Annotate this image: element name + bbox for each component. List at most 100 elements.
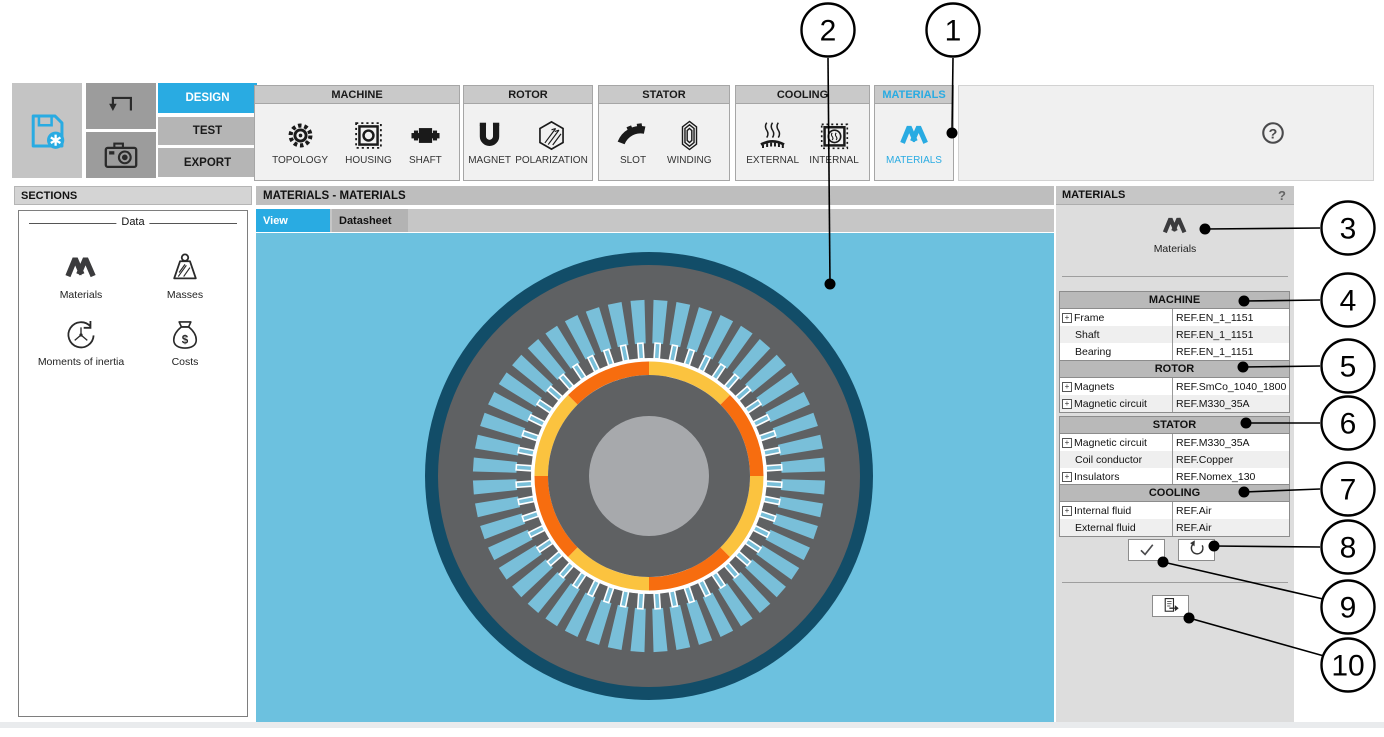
row-value: REF.Air — [1172, 519, 1289, 536]
callout-number: 1 — [945, 15, 962, 48]
expand-icon[interactable]: + — [1062, 438, 1072, 448]
sections-panel-title: SECTIONS — [14, 186, 252, 205]
callout-number: 6 — [1340, 408, 1357, 441]
sections-item-label: Costs — [172, 356, 199, 368]
callout-circle — [927, 4, 980, 57]
data-group: Data MaterialsMassesMoments of inertia$C… — [29, 223, 237, 224]
svg-text:$: $ — [182, 334, 189, 347]
return-button[interactable] — [86, 83, 156, 129]
expand-icon[interactable]: + — [1062, 472, 1072, 482]
material-row-coil-conductor[interactable]: Coil conductorREF.Copper — [1060, 451, 1289, 468]
cooling-materials-table: COOLING+Internal fluidREF.AirExternal fl… — [1059, 484, 1290, 537]
panel-materials-icon: Materials — [1056, 212, 1294, 255]
callout-number: 10 — [1331, 650, 1364, 683]
rotor-materials-table: ROTOR+MagnetsREF.SmCo_1040_1800+Magnetic… — [1059, 360, 1290, 413]
toolbar-group-machine: MACHINETOPOLOGYHOUSINGSHAFT — [254, 85, 460, 181]
row-label: Bearing — [1075, 346, 1111, 358]
material-row-external-fluid[interactable]: External fluidREF.Air — [1060, 519, 1289, 536]
toolbar-group-title: STATOR — [599, 86, 729, 104]
toolbar-item-label: INTERNAL — [809, 155, 858, 166]
export-button[interactable] — [1152, 595, 1189, 617]
material-row-magnetic-circuit[interactable]: +Magnetic circuitREF.M330_35A — [1060, 434, 1289, 451]
housing-icon — [352, 119, 385, 152]
internal-toolbar-item[interactable]: INTERNAL — [809, 119, 858, 166]
tab-view[interactable]: View — [256, 209, 330, 232]
callout-circle — [1322, 340, 1375, 393]
sections-item-moments-of-inertia[interactable]: Moments of inertia — [29, 317, 133, 368]
expand-icon[interactable]: + — [1062, 313, 1072, 323]
view-tabs: ViewDatasheet — [256, 209, 1054, 232]
expand-icon[interactable]: + — [1062, 399, 1072, 409]
panel-materials-label: Materials — [1154, 243, 1197, 255]
tab-datasheet[interactable]: Datasheet — [332, 209, 408, 232]
toolbar-item-label: POLARIZATION — [515, 155, 588, 166]
sections-item-label: Masses — [167, 289, 203, 301]
callout-circle — [1322, 463, 1375, 516]
shaft-toolbar-item[interactable]: SHAFT — [409, 119, 442, 166]
sections-item-masses[interactable]: Masses — [133, 250, 237, 301]
row-label: Internal fluid — [1074, 505, 1131, 517]
reset-button[interactable] — [1178, 539, 1215, 561]
camera-icon — [102, 136, 140, 174]
polarization-toolbar-item[interactable]: POLARIZATION — [515, 119, 588, 166]
sections-item-label: Materials — [60, 289, 103, 301]
row-value: REF.M330_35A — [1172, 395, 1289, 412]
material-row-insulators[interactable]: +InsulatorsREF.Nomex_130 — [1060, 468, 1289, 485]
expand-icon[interactable]: + — [1062, 506, 1072, 516]
housing-toolbar-item[interactable]: HOUSING — [345, 119, 392, 166]
mode-tab-export[interactable]: EXPORT — [158, 148, 257, 177]
shaft — [589, 416, 709, 536]
material-row-magnetic-circuit[interactable]: +Magnetic circuitREF.M330_35A — [1060, 395, 1289, 412]
sections-title-text: SECTIONS — [21, 190, 77, 202]
cooling-internal-icon — [818, 119, 851, 152]
slot-toolbar-item[interactable]: SLOT — [617, 119, 650, 166]
callout-circle — [1322, 397, 1375, 450]
help-icon: ? — [1258, 118, 1288, 148]
external-toolbar-item[interactable]: EXTERNAL — [746, 119, 799, 166]
material-row-frame[interactable]: +FrameREF.EN_1_1151 — [1060, 309, 1289, 326]
callout-circle — [1322, 274, 1375, 327]
callout-number: 9 — [1340, 592, 1357, 625]
callout-circle — [1322, 521, 1375, 574]
row-label: Shaft — [1075, 329, 1100, 341]
materials-properties-panel: MATERIALS ? Materials MACHINE+FrameREF.E… — [1056, 186, 1294, 722]
sections-panel: Data MaterialsMassesMoments of inertia$C… — [18, 210, 248, 717]
costs-icon: $ — [167, 317, 203, 353]
magnet-toolbar-item[interactable]: MAGNET — [468, 119, 511, 166]
toolbar-item-label: EXTERNAL — [746, 155, 799, 166]
divider — [1062, 582, 1288, 583]
sections-item-materials[interactable]: Materials — [29, 250, 133, 301]
mode-tab-test[interactable]: TEST — [158, 117, 257, 145]
help-button[interactable]: ? — [1258, 118, 1288, 148]
toolbar-item-label: SLOT — [620, 155, 646, 166]
machine-materials-table: MACHINE+FrameREF.EN_1_1151ShaftREF.EN_1_… — [1059, 291, 1290, 361]
material-row-bearing[interactable]: BearingREF.EN_1_1151 — [1060, 343, 1289, 360]
snapshot-button[interactable] — [86, 132, 156, 178]
winding-toolbar-item[interactable]: WINDING — [667, 119, 711, 166]
divider — [1062, 276, 1288, 277]
mode-tab-design[interactable]: DESIGN — [158, 83, 257, 113]
sections-item-costs[interactable]: $ Costs — [133, 317, 237, 368]
toolbar-group-rotor: ROTORMAGNETPOLARIZATION — [463, 85, 593, 181]
material-row-shaft[interactable]: ShaftREF.EN_1_1151 — [1060, 326, 1289, 343]
row-label: Magnets — [1074, 381, 1114, 393]
topology-toolbar-item[interactable]: TOPOLOGY — [272, 119, 328, 166]
materials-toolbar-item[interactable]: MATERIALS — [886, 119, 942, 166]
save-button[interactable] — [12, 83, 82, 178]
panel-title-text: MATERIALS — [1062, 189, 1125, 201]
callout-number: 3 — [1340, 213, 1357, 246]
material-row-magnets[interactable]: +MagnetsREF.SmCo_1040_1800 — [1060, 378, 1289, 395]
machine-cross-section[interactable] — [256, 233, 1054, 722]
callout-circle — [1322, 202, 1375, 255]
apply-button[interactable] — [1128, 539, 1165, 561]
material-row-internal-fluid[interactable]: +Internal fluid REF.Air — [1060, 502, 1289, 519]
row-value: REF.Air — [1172, 502, 1289, 519]
panel-help-button[interactable]: ? — [1278, 188, 1286, 203]
expand-icon[interactable]: + — [1062, 382, 1072, 392]
toolbar-group-materials: MATERIALSMATERIALS — [874, 85, 954, 181]
magnet-icon — [473, 119, 506, 152]
table-title: ROTOR — [1060, 361, 1289, 378]
toolbar-group-title: COOLING — [736, 86, 869, 104]
row-value: REF.M330_35A — [1172, 434, 1289, 451]
row-value: REF.Nomex_130 — [1172, 468, 1289, 485]
